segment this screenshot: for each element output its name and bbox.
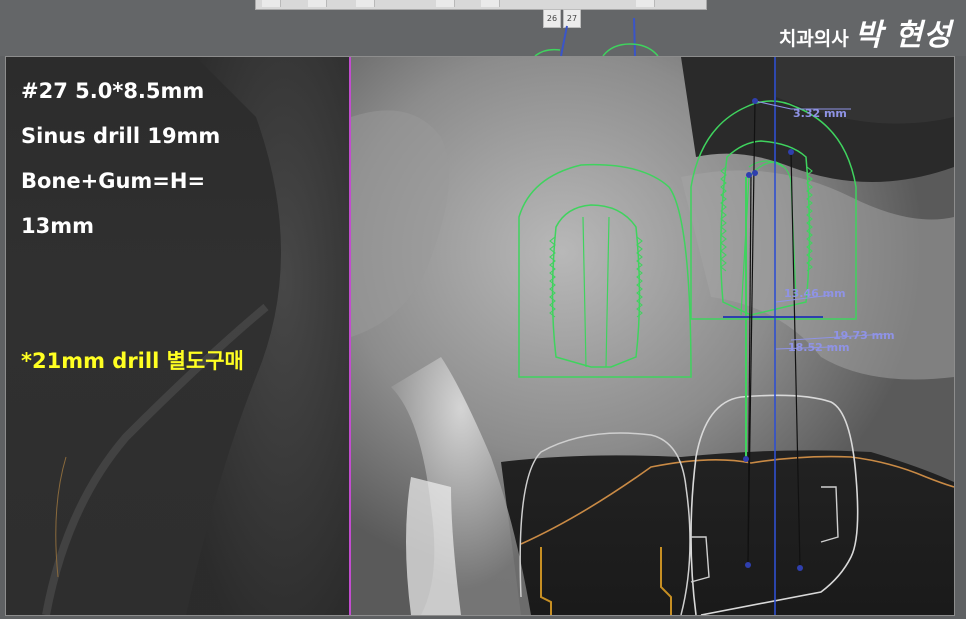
implant-left-envelope [518, 163, 692, 378]
ct-cross-section-view[interactable]: 3.32 mm 13.46 mm 19.73 mm 18.52 mm [351, 57, 954, 615]
adjacent-abutment-left [540, 547, 672, 615]
top-toolbar-area: 26 27 치과의사 박 현성 [0, 0, 966, 56]
gingiva-line [520, 455, 954, 545]
note-sinus-drill: Sinus drill 19mm [21, 124, 221, 148]
viewer-frame: #27 5.0*8.5mm Sinus drill 19mm Bone+Gum=… [5, 56, 955, 616]
crown-outline-left [519, 432, 691, 615]
note-height-value: 13mm [21, 214, 94, 238]
measure-label-4: 18.52 mm [788, 341, 850, 354]
note-implant-size: #27 5.0*8.5mm [21, 79, 205, 103]
implant-left-body [551, 204, 641, 368]
note-bone-gum-height: Bone+Gum=H= [21, 169, 206, 193]
note-drill-purchase-warning: *21mm drill 별도구매 [21, 349, 244, 373]
measure-label-2: 13.46 mm [784, 287, 846, 300]
panoramic-view-panel[interactable]: #27 5.0*8.5mm Sinus drill 19mm Bone+Gum=… [6, 57, 349, 615]
implant-planning-overlay: 3.32 mm 13.46 mm 19.73 mm 18.52 mm [518, 57, 954, 615]
top-slice-marks [534, 17, 659, 56]
implant-notes: #27 5.0*8.5mm Sinus drill 19mm Bone+Gum=… [21, 69, 220, 249]
measure-label-1: 3.32 mm [793, 107, 847, 120]
